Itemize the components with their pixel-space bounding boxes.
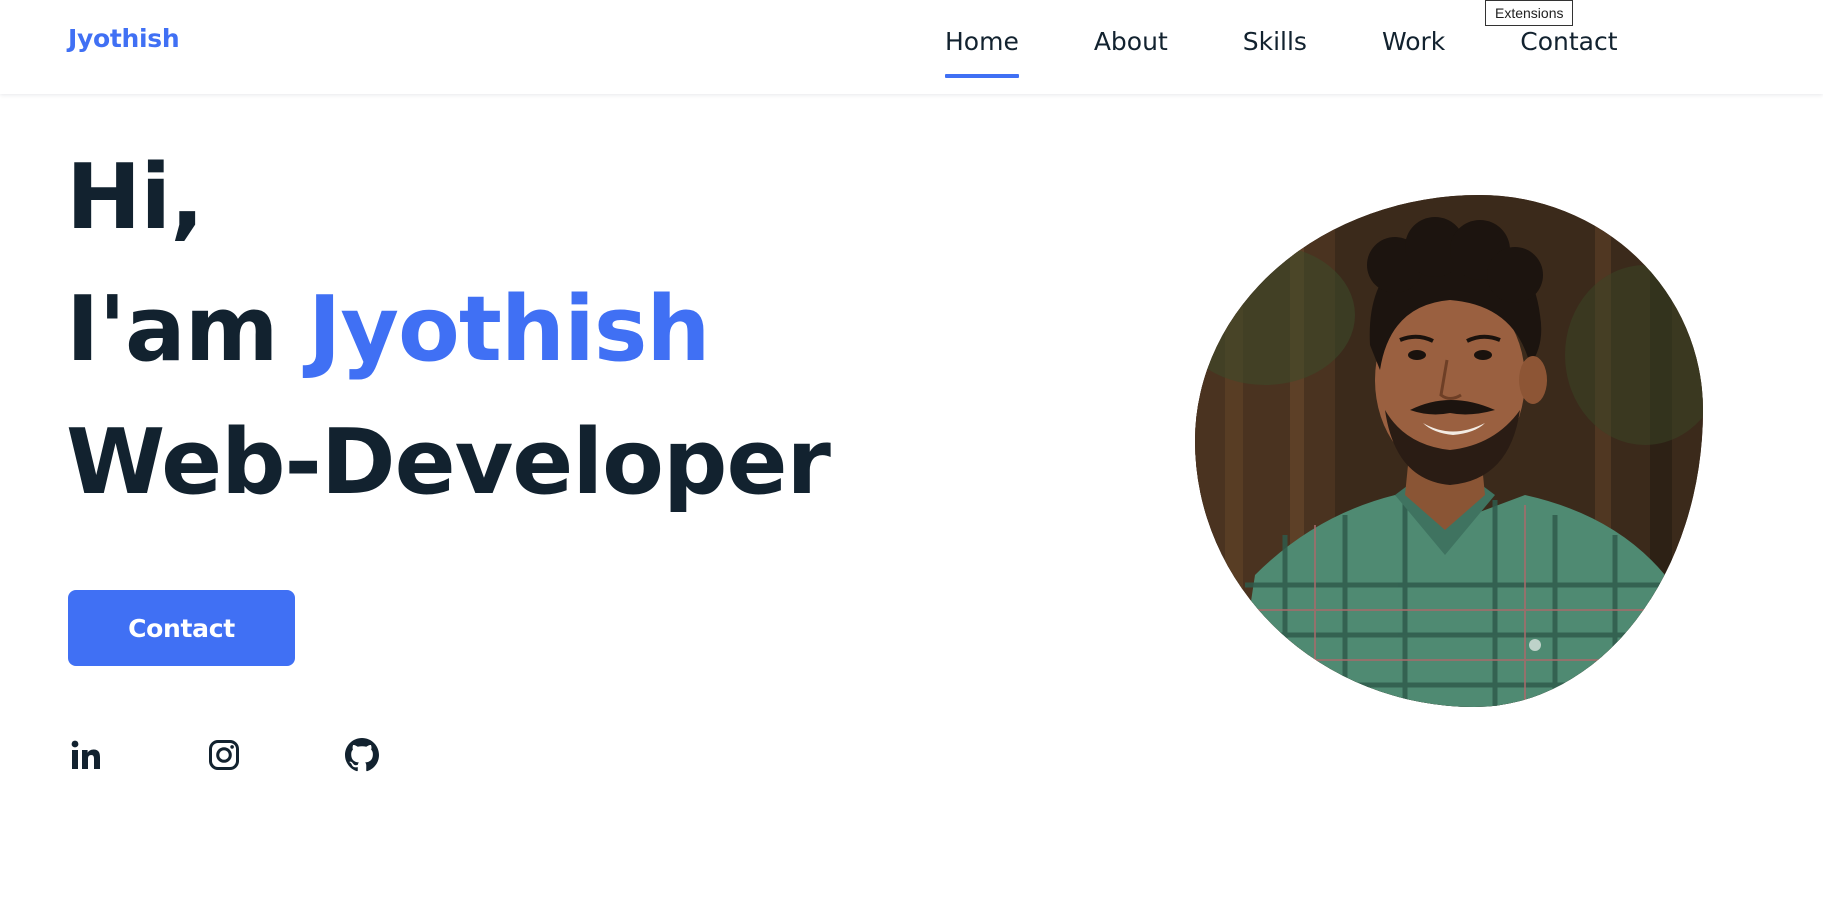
- profile-photo: [1195, 195, 1703, 707]
- site-logo[interactable]: Jyothish: [68, 24, 180, 53]
- linkedin-icon[interactable]: [66, 735, 106, 775]
- nav-about[interactable]: About: [1094, 24, 1168, 60]
- nav-contact[interactable]: Contact: [1520, 24, 1617, 60]
- nav-home[interactable]: Home: [945, 24, 1019, 78]
- extensions-tooltip: Extensions: [1485, 0, 1574, 26]
- instagram-icon[interactable]: [204, 735, 244, 775]
- main-nav: Home About Skills Work Contact: [945, 24, 1618, 78]
- contact-button[interactable]: Contact: [68, 590, 295, 666]
- hero-intro: I'am Jyothish: [66, 277, 711, 382]
- hero-name: Jyothish: [307, 277, 711, 382]
- nav-work[interactable]: Work: [1382, 24, 1445, 60]
- hero-intro-prefix: I'am: [66, 277, 279, 382]
- hero-greeting: Hi,: [66, 145, 204, 250]
- hero-role: Web-Developer: [66, 410, 831, 515]
- github-icon[interactable]: [342, 735, 382, 775]
- nav-skills[interactable]: Skills: [1243, 24, 1307, 60]
- profile-photo-blob: [1195, 195, 1703, 707]
